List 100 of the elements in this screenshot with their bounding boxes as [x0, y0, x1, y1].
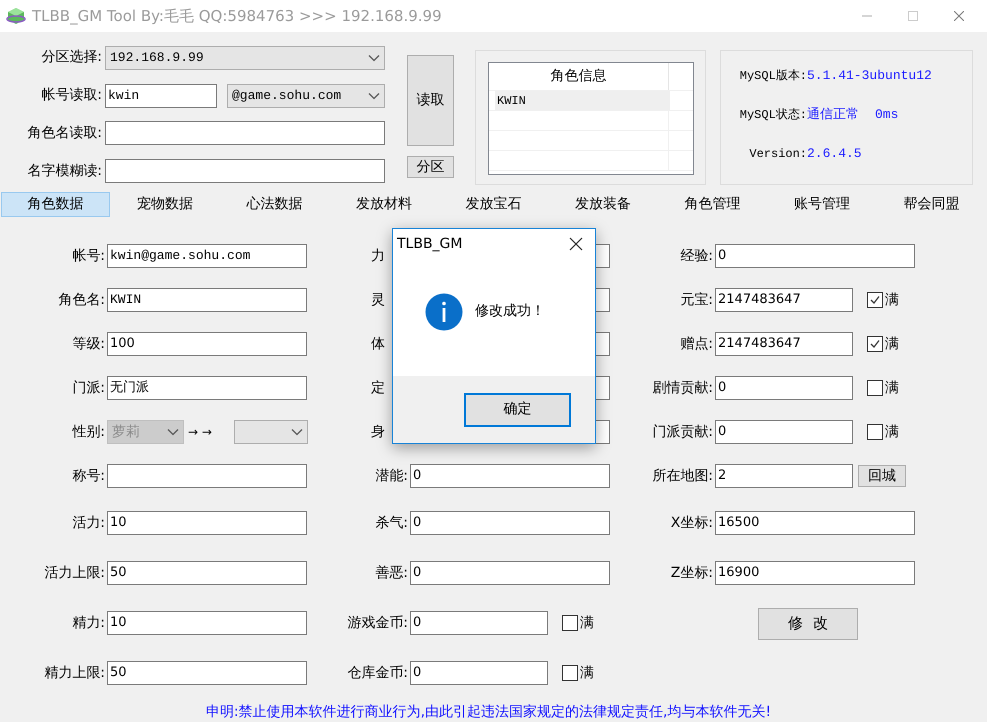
input-field[interactable]: 2147483647	[715, 332, 853, 356]
disclaimer-text: 申明:禁止使用本软件进行商业行为,由此引起违法国家规定的法律规定责任,均与本软件无关!	[206, 703, 772, 722]
field-label: 性别:	[71, 422, 105, 442]
info-label: MySQL版本:	[738, 68, 807, 84]
input-field[interactable]: 16900	[715, 561, 915, 585]
field-label: 角色名读取:	[26, 124, 103, 143]
info-value: 通信正常	[807, 106, 859, 124]
checkbox[interactable]	[867, 380, 883, 396]
input-field[interactable]: 50	[107, 561, 307, 585]
tab[interactable]: 发放材料	[329, 192, 439, 217]
field-label: 仓库金币:	[346, 664, 408, 682]
input-field[interactable]: 10	[107, 611, 307, 635]
field-label: 精力:	[71, 614, 105, 632]
tab[interactable]: 帮会同盟	[876, 192, 986, 217]
dropdown[interactable]: @game.sohu.com	[227, 84, 385, 108]
input-field[interactable]: 0	[715, 376, 853, 400]
column-header[interactable]: 角色信息	[489, 63, 669, 90]
tab[interactable]: 角色管理	[658, 192, 768, 217]
field-label: 灵	[371, 292, 385, 308]
input-field[interactable]: 16500	[715, 511, 915, 535]
tab[interactable]: 发放装备	[548, 192, 658, 217]
input-field[interactable]: 0	[410, 611, 548, 635]
checkbox[interactable]	[867, 424, 883, 440]
close-icon	[569, 237, 583, 251]
latency-value: 0ms	[875, 106, 898, 124]
input-field[interactable]	[107, 464, 307, 488]
field-label: 帐号读取:	[40, 86, 103, 106]
input-field[interactable]: 2	[715, 464, 853, 488]
input-field[interactable]: 100	[107, 332, 307, 356]
field-label: 游戏金币:	[346, 614, 408, 632]
field-label: 精力上限:	[43, 664, 105, 682]
chevron-down-icon	[291, 428, 303, 436]
field-label: 赠点:	[679, 334, 713, 354]
return-town-button[interactable]: 回城	[858, 465, 906, 487]
input-field[interactable]: 0	[410, 464, 610, 488]
input-field[interactable]: 0	[715, 420, 853, 444]
info-value: 2.6.4.5	[807, 144, 862, 163]
input-field[interactable]: 2147483647	[715, 288, 853, 312]
field-label: 等级:	[71, 334, 105, 354]
field-label: 杀气:	[374, 514, 408, 532]
field-label: 所在地图:	[651, 466, 713, 486]
zone-button[interactable]: 分区	[407, 156, 454, 178]
dialog-title: TLBB_GM	[397, 234, 462, 254]
field-label: 名字模糊读:	[26, 162, 103, 181]
field-label: 活力:	[71, 514, 105, 532]
checkmark-icon	[869, 294, 881, 306]
list-row[interactable]: KWIN	[495, 91, 670, 110]
field-label: 潜能:	[374, 466, 408, 486]
input-field[interactable]: 10	[107, 511, 307, 535]
dropdown[interactable]: 192.168.9.99	[105, 46, 385, 70]
field-label: 角色名:	[57, 290, 105, 310]
checkbox-label: 满	[885, 422, 899, 442]
ok-button[interactable]: 确定	[464, 392, 571, 426]
tab[interactable]: 宠物数据	[110, 192, 220, 217]
input-field[interactable]: 0	[715, 244, 915, 268]
maximize-icon	[908, 11, 918, 21]
info-label: Version:	[748, 146, 807, 162]
input-field[interactable]	[105, 159, 385, 184]
tab[interactable]: 发放宝石	[438, 192, 548, 217]
checkbox[interactable]	[562, 615, 578, 631]
input-field[interactable]: 0	[410, 661, 548, 685]
field-label: 帐号:	[71, 246, 105, 266]
info-icon	[425, 292, 463, 330]
field-label: 分区选择:	[40, 48, 103, 68]
field-label: 身	[371, 424, 385, 440]
close-icon	[954, 11, 964, 21]
checkmark-icon	[869, 338, 881, 350]
tab[interactable]: 角色数据	[1, 192, 110, 217]
chevron-down-icon	[368, 54, 380, 62]
field-label: 力	[371, 248, 385, 264]
input-field[interactable]: 0	[410, 511, 610, 535]
field-label: Z坐标:	[670, 564, 713, 582]
input-field[interactable]	[105, 121, 385, 146]
input-field[interactable]: 50	[107, 661, 307, 685]
checkbox-label: 满	[580, 614, 594, 632]
chevron-down-icon	[368, 92, 380, 100]
close-button[interactable]	[569, 237, 583, 251]
tab[interactable]: 心法数据	[220, 192, 330, 217]
input-field[interactable]: kwin	[105, 84, 217, 108]
input-field[interactable]: 0	[410, 561, 610, 585]
read-button[interactable]: 读取	[407, 55, 454, 146]
field-label: 剧情贡献:	[651, 378, 713, 398]
checkbox-label: 满	[580, 664, 594, 682]
field-label: 称号:	[71, 466, 105, 486]
cube-logo-icon	[6, 6, 26, 26]
field-label: 门派:	[71, 378, 105, 398]
input-field[interactable]: KWIN	[107, 288, 307, 312]
checkbox[interactable]	[867, 336, 883, 352]
dialog-message: 修改成功！	[475, 302, 545, 321]
modify-button[interactable]: 修 改	[758, 608, 858, 640]
checkbox-label: 满	[885, 290, 899, 310]
checkbox[interactable]	[562, 665, 578, 681]
field-label: 活力上限:	[43, 564, 105, 582]
checkbox-label: 满	[885, 378, 899, 398]
field-label: X坐标:	[670, 514, 713, 532]
field-label: 经验:	[679, 246, 713, 266]
checkbox[interactable]	[867, 292, 883, 308]
tab[interactable]: 账号管理	[767, 192, 877, 217]
input-field[interactable]: kwin@game.sohu.com	[107, 244, 307, 268]
input-field[interactable]: 无门派	[107, 376, 307, 400]
